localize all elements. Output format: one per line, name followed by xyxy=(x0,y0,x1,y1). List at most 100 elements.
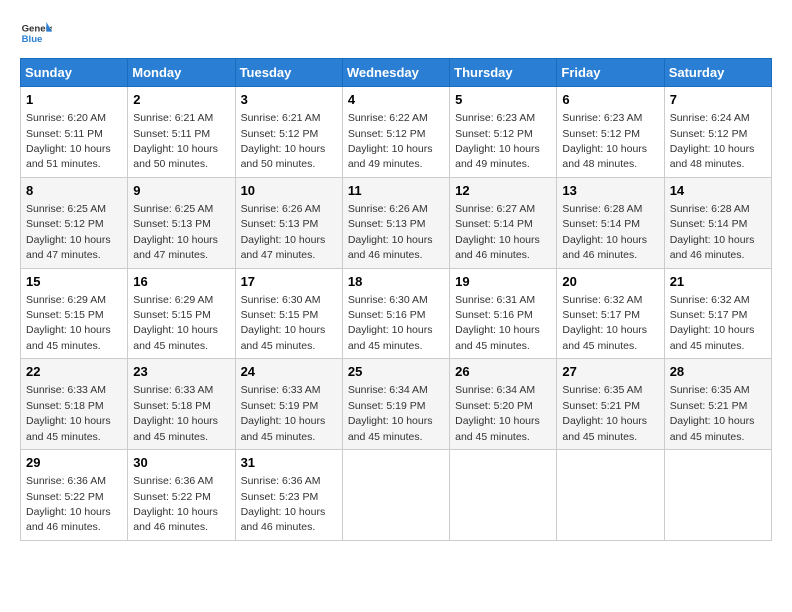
cell-sunrise: Sunrise: 6:33 AM xyxy=(241,384,321,396)
day-number: 17 xyxy=(241,273,337,291)
day-number: 7 xyxy=(670,91,766,109)
cell-sunrise: Sunrise: 6:32 AM xyxy=(562,294,642,306)
cell-sunrise: Sunrise: 6:31 AM xyxy=(455,294,535,306)
cell-sunset: Sunset: 5:13 PM xyxy=(133,218,211,230)
weekday-header: Thursday xyxy=(450,59,557,87)
calendar-cell: 12 Sunrise: 6:27 AM Sunset: 5:14 PM Dayl… xyxy=(450,177,557,268)
cell-daylight-label: Daylight: 10 hours and 45 minutes. xyxy=(133,324,218,351)
day-number: 10 xyxy=(241,182,337,200)
day-number: 27 xyxy=(562,363,658,381)
cell-daylight-label: Daylight: 10 hours and 46 minutes. xyxy=(348,234,433,261)
calendar-cell: 29 Sunrise: 6:36 AM Sunset: 5:22 PM Dayl… xyxy=(21,450,128,541)
day-number: 15 xyxy=(26,273,122,291)
calendar-cell: 14 Sunrise: 6:28 AM Sunset: 5:14 PM Dayl… xyxy=(664,177,771,268)
cell-sunset: Sunset: 5:13 PM xyxy=(241,218,319,230)
cell-daylight-label: Daylight: 10 hours and 45 minutes. xyxy=(26,415,111,442)
cell-sunset: Sunset: 5:12 PM xyxy=(26,218,104,230)
cell-sunset: Sunset: 5:19 PM xyxy=(241,400,319,412)
calendar-cell: 2 Sunrise: 6:21 AM Sunset: 5:11 PM Dayli… xyxy=(128,87,235,178)
cell-sunset: Sunset: 5:18 PM xyxy=(26,400,104,412)
cell-sunset: Sunset: 5:14 PM xyxy=(670,218,748,230)
svg-text:Blue: Blue xyxy=(22,34,43,45)
cell-daylight-label: Daylight: 10 hours and 46 minutes. xyxy=(670,234,755,261)
calendar-cell: 11 Sunrise: 6:26 AM Sunset: 5:13 PM Dayl… xyxy=(342,177,449,268)
calendar-cell: 13 Sunrise: 6:28 AM Sunset: 5:14 PM Dayl… xyxy=(557,177,664,268)
cell-daylight-label: Daylight: 10 hours and 45 minutes. xyxy=(670,415,755,442)
cell-sunset: Sunset: 5:16 PM xyxy=(455,309,533,321)
weekday-header: Sunday xyxy=(21,59,128,87)
cell-daylight-label: Daylight: 10 hours and 50 minutes. xyxy=(133,143,218,170)
cell-daylight-label: Daylight: 10 hours and 46 minutes. xyxy=(26,506,111,533)
cell-daylight-label: Daylight: 10 hours and 46 minutes. xyxy=(455,234,540,261)
calendar-cell: 16 Sunrise: 6:29 AM Sunset: 5:15 PM Dayl… xyxy=(128,268,235,359)
cell-daylight-label: Daylight: 10 hours and 45 minutes. xyxy=(241,324,326,351)
cell-daylight-label: Daylight: 10 hours and 45 minutes. xyxy=(26,324,111,351)
cell-sunset: Sunset: 5:12 PM xyxy=(562,128,640,140)
weekday-header: Tuesday xyxy=(235,59,342,87)
day-number: 2 xyxy=(133,91,229,109)
day-number: 29 xyxy=(26,454,122,472)
day-number: 30 xyxy=(133,454,229,472)
cell-sunset: Sunset: 5:23 PM xyxy=(241,491,319,503)
cell-daylight-label: Daylight: 10 hours and 45 minutes. xyxy=(348,324,433,351)
calendar-cell: 24 Sunrise: 6:33 AM Sunset: 5:19 PM Dayl… xyxy=(235,359,342,450)
cell-sunrise: Sunrise: 6:32 AM xyxy=(670,294,750,306)
calendar-cell: 21 Sunrise: 6:32 AM Sunset: 5:17 PM Dayl… xyxy=(664,268,771,359)
calendar-cell: 8 Sunrise: 6:25 AM Sunset: 5:12 PM Dayli… xyxy=(21,177,128,268)
calendar-week-row: 22 Sunrise: 6:33 AM Sunset: 5:18 PM Dayl… xyxy=(21,359,772,450)
calendar-table: SundayMondayTuesdayWednesdayThursdayFrid… xyxy=(20,58,772,541)
day-number: 26 xyxy=(455,363,551,381)
calendar-cell: 26 Sunrise: 6:34 AM Sunset: 5:20 PM Dayl… xyxy=(450,359,557,450)
cell-sunrise: Sunrise: 6:36 AM xyxy=(26,475,106,487)
day-number: 14 xyxy=(670,182,766,200)
cell-sunrise: Sunrise: 6:30 AM xyxy=(348,294,428,306)
calendar-cell: 3 Sunrise: 6:21 AM Sunset: 5:12 PM Dayli… xyxy=(235,87,342,178)
logo: General Blue xyxy=(20,20,52,48)
cell-sunrise: Sunrise: 6:23 AM xyxy=(562,112,642,124)
day-number: 21 xyxy=(670,273,766,291)
weekday-header: Wednesday xyxy=(342,59,449,87)
calendar-header-row: SundayMondayTuesdayWednesdayThursdayFrid… xyxy=(21,59,772,87)
calendar-cell: 4 Sunrise: 6:22 AM Sunset: 5:12 PM Dayli… xyxy=(342,87,449,178)
cell-sunrise: Sunrise: 6:28 AM xyxy=(670,203,750,215)
cell-daylight-label: Daylight: 10 hours and 46 minutes. xyxy=(562,234,647,261)
cell-sunset: Sunset: 5:14 PM xyxy=(562,218,640,230)
cell-sunset: Sunset: 5:21 PM xyxy=(562,400,640,412)
day-number: 25 xyxy=(348,363,444,381)
cell-daylight-label: Daylight: 10 hours and 50 minutes. xyxy=(241,143,326,170)
cell-sunset: Sunset: 5:14 PM xyxy=(455,218,533,230)
calendar-cell: 30 Sunrise: 6:36 AM Sunset: 5:22 PM Dayl… xyxy=(128,450,235,541)
cell-sunset: Sunset: 5:22 PM xyxy=(26,491,104,503)
calendar-cell: 25 Sunrise: 6:34 AM Sunset: 5:19 PM Dayl… xyxy=(342,359,449,450)
calendar-cell: 27 Sunrise: 6:35 AM Sunset: 5:21 PM Dayl… xyxy=(557,359,664,450)
day-number: 3 xyxy=(241,91,337,109)
cell-sunset: Sunset: 5:22 PM xyxy=(133,491,211,503)
calendar-week-row: 1 Sunrise: 6:20 AM Sunset: 5:11 PM Dayli… xyxy=(21,87,772,178)
day-number: 18 xyxy=(348,273,444,291)
cell-sunset: Sunset: 5:12 PM xyxy=(670,128,748,140)
calendar-cell: 19 Sunrise: 6:31 AM Sunset: 5:16 PM Dayl… xyxy=(450,268,557,359)
day-number: 20 xyxy=(562,273,658,291)
cell-sunrise: Sunrise: 6:36 AM xyxy=(133,475,213,487)
cell-daylight-label: Daylight: 10 hours and 45 minutes. xyxy=(348,415,433,442)
calendar-cell: 18 Sunrise: 6:30 AM Sunset: 5:16 PM Dayl… xyxy=(342,268,449,359)
day-number: 23 xyxy=(133,363,229,381)
cell-daylight-label: Daylight: 10 hours and 46 minutes. xyxy=(133,506,218,533)
cell-sunrise: Sunrise: 6:26 AM xyxy=(241,203,321,215)
cell-sunrise: Sunrise: 6:33 AM xyxy=(26,384,106,396)
cell-daylight-label: Daylight: 10 hours and 46 minutes. xyxy=(241,506,326,533)
calendar-cell: 1 Sunrise: 6:20 AM Sunset: 5:11 PM Dayli… xyxy=(21,87,128,178)
day-number: 8 xyxy=(26,182,122,200)
cell-daylight-label: Daylight: 10 hours and 47 minutes. xyxy=(133,234,218,261)
cell-sunrise: Sunrise: 6:27 AM xyxy=(455,203,535,215)
day-number: 4 xyxy=(348,91,444,109)
cell-sunset: Sunset: 5:15 PM xyxy=(26,309,104,321)
cell-daylight-label: Daylight: 10 hours and 47 minutes. xyxy=(241,234,326,261)
cell-sunrise: Sunrise: 6:30 AM xyxy=(241,294,321,306)
cell-sunrise: Sunrise: 6:26 AM xyxy=(348,203,428,215)
cell-sunset: Sunset: 5:13 PM xyxy=(348,218,426,230)
cell-daylight-label: Daylight: 10 hours and 45 minutes. xyxy=(562,415,647,442)
cell-sunrise: Sunrise: 6:35 AM xyxy=(562,384,642,396)
day-number: 11 xyxy=(348,182,444,200)
calendar-week-row: 15 Sunrise: 6:29 AM Sunset: 5:15 PM Dayl… xyxy=(21,268,772,359)
